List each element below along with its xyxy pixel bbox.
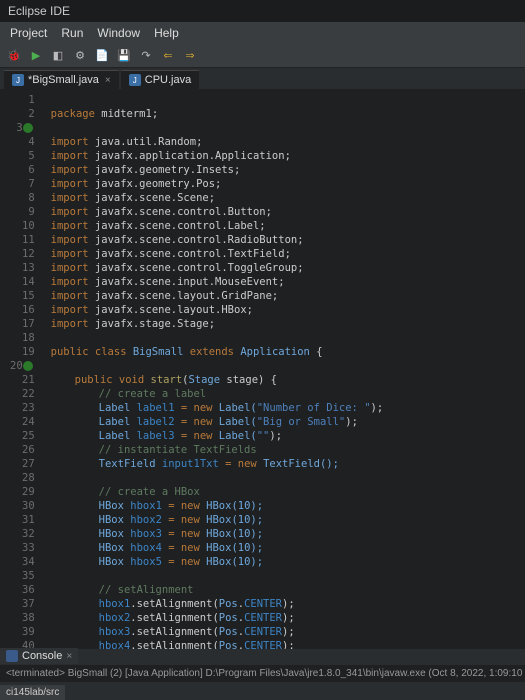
toolbar: 🐞 ▶ ◧ ⚙ 📄 💾 ↷ ⇐ ⇒ [0, 44, 525, 68]
editor-tabs: J *BigSmall.java × J CPU.java [0, 68, 525, 89]
code-editor[interactable]: 1234567891011121314151617181920212223242… [0, 89, 525, 649]
java-file-icon: J [12, 74, 24, 86]
tab-bigsmall[interactable]: J *BigSmall.java × [4, 70, 119, 89]
tab-label: *BigSmall.java [28, 74, 99, 86]
step-icon[interactable]: ↷ [138, 48, 154, 64]
menu-help[interactable]: Help [154, 26, 179, 40]
menu-project[interactable]: Project [10, 26, 47, 40]
run-icon[interactable]: ▶ [28, 48, 44, 64]
save-icon[interactable]: 💾 [116, 48, 132, 64]
close-icon[interactable]: × [105, 75, 111, 86]
tab-label: CPU.java [145, 74, 191, 86]
console-tab[interactable]: Console × [0, 648, 78, 664]
line-numbers: 1234567891011121314151617181920212223242… [0, 89, 41, 649]
console-icon [6, 650, 18, 662]
new-icon[interactable]: 📄 [94, 48, 110, 64]
status-bar-path: ci145lab/src [0, 685, 65, 700]
back-icon[interactable]: ⇐ [160, 48, 176, 64]
menu-run[interactable]: Run [61, 26, 83, 40]
console-panel: Console × <terminated> BigSmall (2) [Jav… [0, 648, 525, 682]
menu-bar: Project Run Window Help [0, 22, 525, 44]
external-tools-icon[interactable]: ⚙ [72, 48, 88, 64]
console-status: <terminated> BigSmall (2) [Java Applicat… [0, 665, 525, 682]
import-marker-icon [23, 123, 33, 133]
console-label: Console [22, 650, 62, 662]
debug-icon[interactable]: 🐞 [6, 48, 22, 64]
window-title: Eclipse IDE [0, 0, 525, 22]
java-file-icon: J [129, 74, 141, 86]
close-icon[interactable]: × [66, 651, 72, 662]
coverage-icon[interactable]: ◧ [50, 48, 66, 64]
menu-window[interactable]: Window [97, 26, 140, 40]
code-area[interactable]: package midterm1; import java.util.Rando… [41, 89, 384, 649]
method-marker-icon [23, 361, 33, 371]
tab-cpu[interactable]: J CPU.java [121, 70, 199, 89]
forward-icon[interactable]: ⇒ [182, 48, 198, 64]
